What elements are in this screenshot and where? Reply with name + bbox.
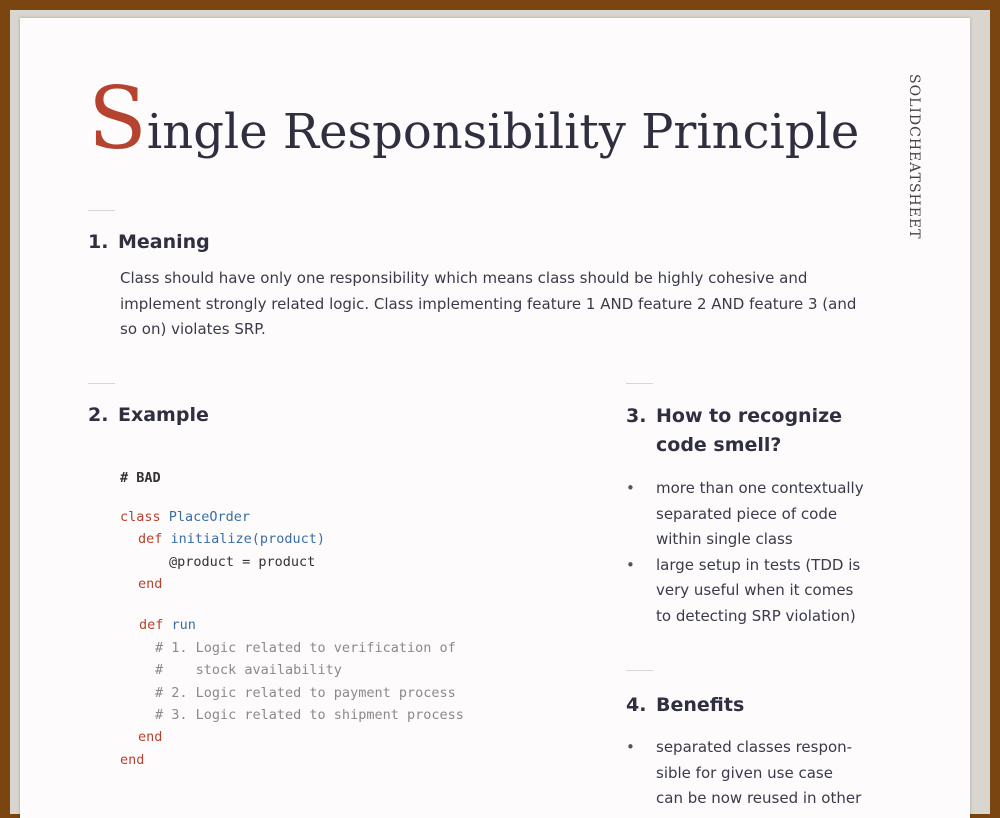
section-divider	[626, 670, 653, 671]
section-number: 2.	[88, 404, 109, 426]
section-divider	[88, 383, 115, 384]
title-text: ingle Responsibility Principle	[146, 104, 860, 160]
code-line-def-run: def run	[139, 617, 196, 633]
section-divider	[88, 210, 115, 211]
keyword: def	[139, 617, 164, 633]
title-dropcap: S	[88, 69, 147, 169]
method-name: run	[171, 617, 196, 633]
list-item-line: to detecting SRP violation)	[656, 606, 856, 625]
code-line-assign: @product = product	[169, 554, 316, 570]
section-heading-recognize: 3. How to recognize code smell?	[626, 402, 886, 460]
list-item-line: within single class	[656, 530, 793, 548]
section-number: 4.	[626, 694, 647, 716]
code-comment: # 2. Logic related to payment process	[155, 685, 456, 701]
page-title: Single Responsibility Principle	[88, 76, 859, 162]
list-item-line: sible for given use case	[656, 763, 833, 782]
list-item-line: more than one contextually	[656, 479, 864, 497]
section-title: Benefits	[656, 694, 745, 716]
code-line-def-initialize: def initialize(product)	[138, 531, 325, 547]
list-item: large setup in tests (TDD is very useful…	[626, 553, 906, 630]
code-line-end: end	[138, 576, 163, 592]
side-watermark: SOLIDCHEATSHEET	[906, 74, 922, 240]
keyword: class	[120, 509, 161, 525]
paragraph-line: implement strongly related logic. Class …	[120, 294, 857, 313]
code-line-class: class PlaceOrder	[120, 509, 250, 525]
section-number: 3.	[626, 405, 647, 427]
paragraph-line: Class should have only one responsibilit…	[120, 269, 808, 287]
section-heading-benefits: 4. Benefits	[626, 691, 744, 720]
benefits-list: separated classes respon- sible for give…	[626, 735, 906, 812]
section-heading-example: 2. Example	[88, 401, 209, 430]
list-item-line: very useful when it comes	[656, 581, 854, 599]
meaning-paragraph: Class should have only one responsibilit…	[120, 266, 900, 343]
recognize-list: more than one contextually separated pie…	[626, 476, 906, 629]
code-comment-bad: # BAD	[120, 470, 161, 486]
list-item-line: large setup in tests (TDD is	[656, 555, 861, 574]
keyword: def	[138, 531, 163, 547]
method-signature: initialize(product)	[170, 531, 325, 547]
list-item: separated classes respon- sible for give…	[626, 735, 906, 812]
list-item: more than one contextually separated pie…	[626, 476, 906, 553]
section-title: How to recognize	[656, 405, 843, 427]
code-comment: # stock availability	[155, 662, 342, 678]
paragraph-line: so on) violates SRP.	[120, 320, 266, 338]
code-comment: # 3. Logic related to shipment process	[155, 707, 464, 723]
section-title: Meaning	[118, 231, 210, 253]
list-item-line: can be now reused in other	[656, 789, 862, 807]
heading-line: code smell?	[656, 434, 782, 456]
code-line-end: end	[120, 752, 145, 768]
section-heading-meaning: 1. Meaning	[88, 228, 210, 257]
list-item-line: separated piece of code	[656, 504, 838, 523]
class-name: PlaceOrder	[168, 509, 251, 525]
heading-line: 3. How to recognize	[626, 402, 886, 431]
code-line-end: end	[138, 729, 163, 745]
list-item-line: separated classes respon-	[656, 738, 853, 756]
cheatsheet-page: SOLIDCHEATSHEET Single Responsibility Pr…	[20, 18, 970, 818]
code-comment: # 1. Logic related to verification of	[155, 640, 456, 656]
section-title: Example	[118, 404, 209, 426]
section-number: 1.	[88, 231, 109, 253]
section-divider	[626, 383, 653, 384]
